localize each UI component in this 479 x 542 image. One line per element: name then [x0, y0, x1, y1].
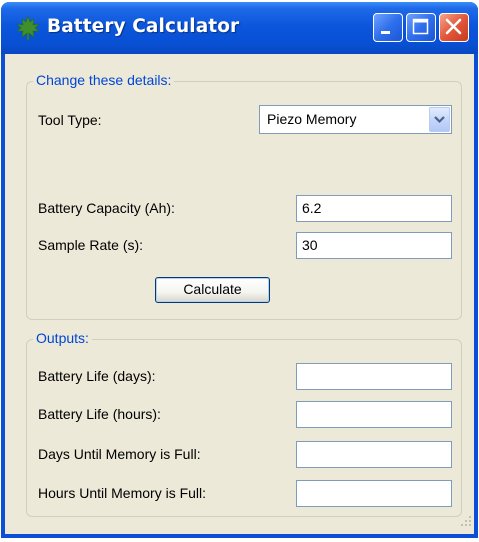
maximize-icon [412, 18, 429, 35]
minimize-button[interactable] [373, 13, 403, 42]
resize-grip-icon[interactable] [460, 514, 472, 532]
close-button[interactable] [439, 13, 469, 42]
battery-life-days-field[interactable] [296, 363, 452, 390]
client-area: Change these details: Tool Type: Piezo M… [5, 54, 474, 534]
days-until-full-field[interactable] [296, 441, 452, 468]
tool-type-label: Tool Type: [38, 112, 102, 128]
battery-life-days-label: Battery Life (days): [38, 368, 156, 384]
calculate-button[interactable]: Calculate [155, 277, 270, 303]
hours-until-full-label: Hours Until Memory is Full: [38, 485, 207, 501]
close-icon [445, 18, 462, 35]
sample-rate-field[interactable]: 30 [296, 232, 452, 259]
app-window: Battery Calculator Change these details:… [1, 2, 478, 538]
tool-type-value: Piezo Memory [267, 111, 357, 127]
title-bar[interactable]: Battery Calculator [1, 2, 478, 54]
hours-until-full-field[interactable] [296, 480, 452, 507]
inputs-group-legend: Change these details: [33, 72, 175, 88]
days-until-full-label: Days Until Memory is Full: [38, 446, 201, 462]
battery-capacity-field[interactable]: 6.2 [296, 195, 452, 222]
maximize-button[interactable] [406, 13, 436, 42]
tool-type-dropdown[interactable]: Piezo Memory [259, 105, 452, 134]
dropdown-button[interactable] [429, 107, 450, 132]
leaf-icon [15, 15, 41, 41]
chevron-down-icon [434, 116, 445, 124]
battery-life-hours-field[interactable] [296, 401, 452, 428]
battery-capacity-label: Battery Capacity (Ah): [38, 200, 175, 216]
sample-rate-label: Sample Rate (s): [38, 237, 144, 253]
window-title: Battery Calculator [47, 16, 240, 37]
battery-life-hours-label: Battery Life (hours): [38, 406, 161, 422]
minimize-icon [381, 31, 390, 34]
outputs-group-legend: Outputs: [33, 330, 92, 346]
